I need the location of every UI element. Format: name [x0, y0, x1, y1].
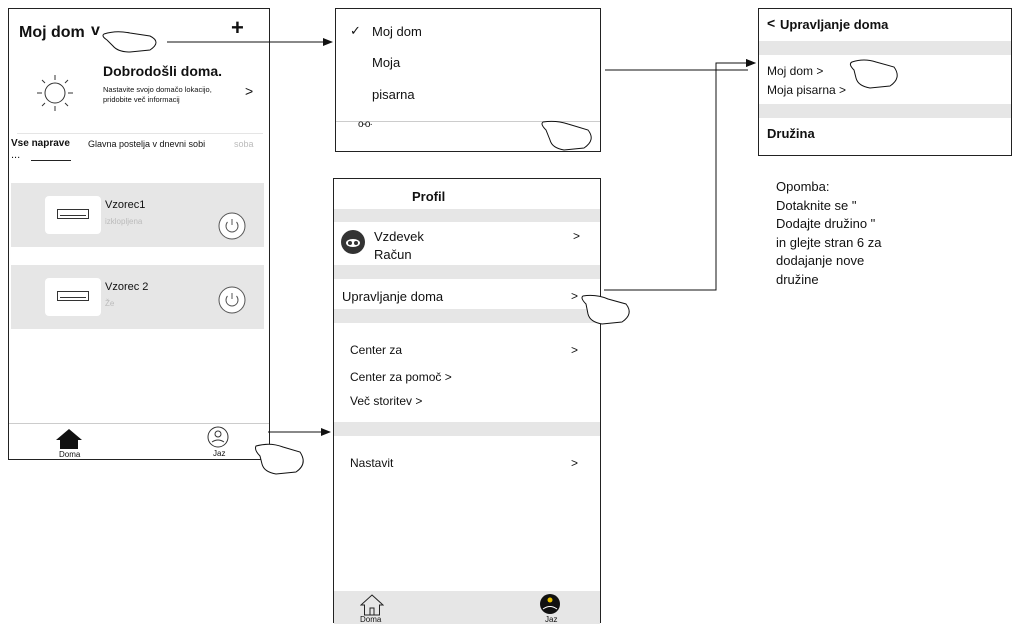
connector-arrows: [102, 31, 898, 475]
hand-pointer-icon: [541, 120, 592, 151]
hand-pointer-icon: [581, 294, 630, 325]
hand-pointer-icon: [255, 443, 304, 475]
hand-pointer-icon: [849, 59, 898, 89]
hand-pointer-icon: [102, 31, 157, 53]
